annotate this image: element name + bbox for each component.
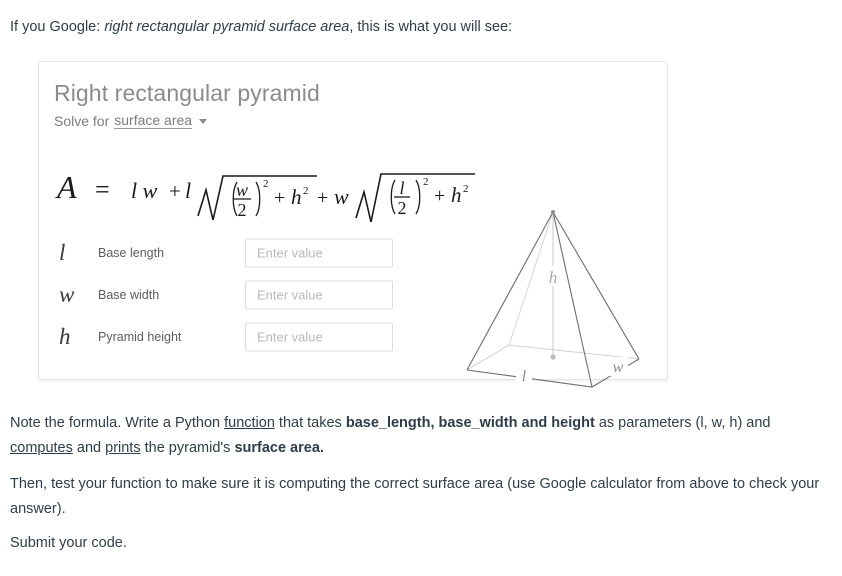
solve-for-row: Solve for surface area [54, 112, 208, 129]
diagram-label-w: w [613, 359, 624, 376]
variable-row-length: l Base length [51, 232, 401, 274]
instruction-paragraph-2: Then, test your function to make sure it… [10, 476, 820, 517]
formula-frac2-num: l [399, 178, 404, 198]
variable-label-base-length: Base length [98, 246, 165, 260]
card-title: Right rectangular pyramid [54, 80, 320, 106]
formula-exp1: 2 [263, 178, 269, 190]
chevron-down-icon[interactable] [199, 119, 208, 124]
base-length-input[interactable] [245, 238, 393, 268]
formula-plus1: + [169, 179, 181, 203]
instruction-paragraph-1: Note the formula. Write a Python functio… [10, 411, 830, 461]
intro-text: If you Google: right rectangular pyramid… [10, 17, 512, 37]
p1-s5: the pyramid's [140, 440, 235, 456]
formula-h2-exp: 2 [463, 183, 469, 195]
formula-w2: w [334, 184, 349, 209]
p1-s1: Note the formula. Write a Python [10, 415, 225, 431]
p1-link-prints[interactable]: prints [105, 440, 140, 456]
variable-label-pyramid-height: Pyramid height [98, 330, 182, 344]
variable-row-height: h Pyramid height [51, 316, 401, 358]
diagram-label-l: l [522, 368, 527, 385]
solve-for-dropdown[interactable]: surface area [114, 112, 193, 129]
variable-symbol-w: w [59, 282, 75, 307]
diagram-label-h: h [549, 268, 558, 287]
formula-equals: = [95, 175, 110, 204]
p1-s4: and [72, 440, 106, 456]
intro-after: , this is what you will see: [349, 19, 513, 35]
p1-link-function[interactable]: function [224, 415, 275, 431]
instruction-paragraph-3: Submit your code. [10, 535, 127, 551]
formula-plus3: + [317, 187, 328, 209]
formula-l2: l [185, 178, 191, 203]
base-width-input[interactable] [245, 280, 393, 310]
p1-s2: that takes [274, 415, 346, 431]
intro-before: If you Google: [10, 19, 105, 35]
p1-bold-params: base_length, base_width and height [345, 415, 595, 431]
variable-symbol-h: h [59, 324, 71, 349]
solve-for-label: Solve for [54, 112, 110, 129]
google-knowledge-card: Right rectangular pyramid Solve for surf… [38, 61, 668, 388]
formula-frac1-num: w [236, 180, 248, 200]
formula-plus2: + [274, 187, 285, 209]
p1-s3: as parameters (l, w, h) and [594, 415, 771, 431]
pyramid-height-input[interactable] [245, 322, 393, 352]
p1-bold-surface-area: surface area. [234, 440, 324, 456]
page-root: If you Google: right rectangular pyramid… [0, 0, 842, 576]
p1-link-computes[interactable]: computes [10, 440, 73, 456]
variable-input-list: l Base length w Base width h Pyramid hei… [51, 232, 401, 358]
formula-exp2: 2 [423, 176, 429, 188]
right-rectangular-pyramid-diagram: h l w [419, 202, 659, 388]
variable-row-width: w Base width [51, 274, 401, 316]
formula-A: A [55, 169, 77, 205]
formula-h1-exp: 2 [303, 185, 309, 197]
formula-term1: l w [131, 178, 158, 203]
formula-frac1-den: 2 [238, 200, 247, 220]
variable-label-base-width: Base width [98, 288, 160, 302]
intro-query: right rectangular pyramid surface area [104, 19, 350, 35]
formula-h1: h [291, 185, 302, 209]
formula-frac2-den: 2 [398, 198, 407, 218]
variable-symbol-l: l [59, 240, 66, 265]
